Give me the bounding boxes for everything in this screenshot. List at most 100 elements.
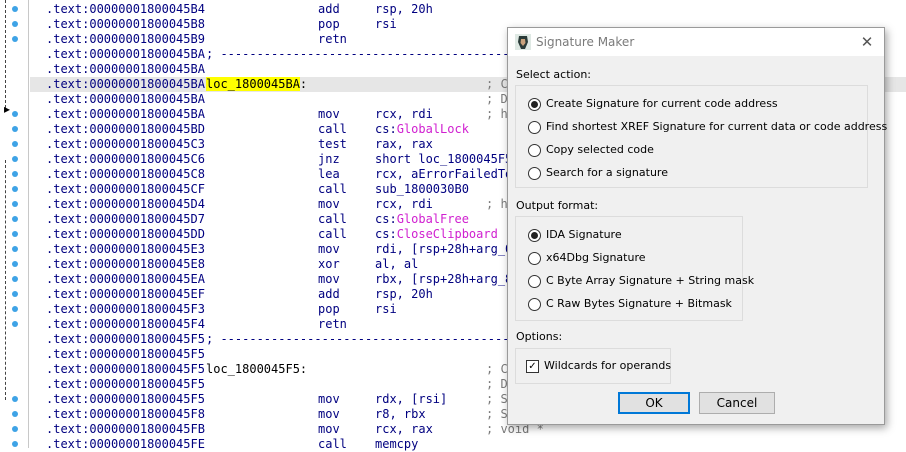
- row-label[interactable]: loc_1800045BA:: [206, 77, 307, 92]
- row-operands[interactable]: r8, rbx: [375, 407, 426, 422]
- row-operands[interactable]: rax, rax: [375, 137, 433, 152]
- row-operands[interactable]: memcpy: [375, 437, 418, 452]
- radio-button[interactable]: [528, 98, 541, 111]
- row-operands[interactable]: rsp, 20h: [375, 287, 433, 302]
- listing-gutter: ▸: [0, 0, 30, 448]
- row-mnemonic: test: [318, 137, 347, 151]
- row-operands[interactable]: sub_1800030B0: [375, 182, 469, 197]
- listing-row[interactable]: .text:00000001800045FE call memcpy: [30, 437, 906, 452]
- wildcards-label: Wildcards for operands: [544, 359, 672, 372]
- dialog-titlebar[interactable]: Signature Maker ✕: [508, 28, 884, 56]
- breakpoint-dot[interactable]: [12, 396, 18, 402]
- row-operands[interactable]: cs:CloseClipboard: [375, 227, 498, 242]
- breakpoint-dot[interactable]: [12, 6, 18, 12]
- breakpoint-dot[interactable]: [12, 216, 18, 222]
- row-comment: ; C: [486, 362, 508, 376]
- radio-button[interactable]: [528, 252, 541, 265]
- row-address: .text:00000001800045CF: [46, 182, 205, 196]
- row-address: .text:00000001800045F4: [46, 317, 205, 331]
- row-address: .text:00000001800045F5: [46, 392, 205, 406]
- row-address: .text:00000001800045EF: [46, 287, 205, 301]
- breakpoint-dot[interactable]: [12, 411, 18, 417]
- radio-button[interactable]: [528, 121, 541, 134]
- cancel-button[interactable]: Cancel: [699, 392, 775, 414]
- breakpoint-dot[interactable]: [12, 231, 18, 237]
- dialog-title: Signature Maker: [536, 35, 635, 49]
- row-comment: ; S: [486, 392, 508, 406]
- breakpoint-dot[interactable]: [12, 246, 18, 252]
- breakpoint-dot[interactable]: [12, 141, 18, 147]
- breakpoint-dot[interactable]: [12, 126, 18, 132]
- row-operands[interactable]: rcx, rdi: [375, 107, 433, 122]
- select-action-option-label: Copy selected code: [546, 143, 654, 156]
- row-operands[interactable]: rsi: [375, 17, 397, 32]
- row-operands[interactable]: rsp, 20h: [375, 2, 433, 17]
- breakpoint-dot[interactable]: [12, 156, 18, 162]
- row-operands[interactable]: cs:GlobalFree: [375, 212, 469, 227]
- checkbox-box[interactable]: ✓: [526, 360, 539, 373]
- row-operands[interactable]: rdx, [rsi]: [375, 392, 447, 407]
- row-address: .text:00000001800045E3: [46, 242, 205, 256]
- flow-arrow-line: [5, 0, 6, 108]
- row-mnemonic: mov: [318, 272, 340, 286]
- flow-arrow-line: [5, 160, 6, 400]
- listing-row[interactable]: .text:00000001800045B4 add rsp, 20h: [30, 2, 906, 17]
- row-mnemonic: call: [318, 437, 347, 451]
- close-button[interactable]: ✕: [854, 30, 880, 54]
- row-operands[interactable]: rsi: [375, 302, 397, 317]
- row-mnemonic: add: [318, 287, 340, 301]
- row-operands[interactable]: cs:GlobalLock: [375, 122, 469, 137]
- row-operands[interactable]: rcx, rdi: [375, 197, 433, 212]
- row-mnemonic: mov: [318, 407, 340, 421]
- row-operands[interactable]: rbx, [rsp+28h+arg_8: [375, 272, 512, 287]
- row-mnemonic: pop: [318, 17, 340, 31]
- radio-button[interactable]: [528, 144, 541, 157]
- breakpoint-dot[interactable]: [12, 306, 18, 312]
- row-mnemonic: mov: [318, 107, 340, 121]
- close-icon: ✕: [860, 33, 874, 51]
- row-operands[interactable]: rcx, aErrorFailedTo: [375, 167, 512, 182]
- row-comment: ; D: [486, 377, 508, 391]
- row-comment: ; S: [486, 407, 508, 421]
- breakpoint-dot[interactable]: [12, 276, 18, 282]
- row-operands[interactable]: rdi, [rsp+28h+arg_0: [375, 242, 512, 257]
- row-address: .text:00000001800045C6: [46, 152, 205, 166]
- row-operands[interactable]: short loc_1800045F5: [375, 152, 512, 167]
- row-address: .text:00000001800045B9: [46, 32, 205, 46]
- radio-button[interactable]: [528, 298, 541, 311]
- breakpoint-dot[interactable]: [12, 111, 18, 117]
- breakpoint-dot[interactable]: [12, 186, 18, 192]
- highlighted-label[interactable]: loc_1800045BA: [206, 77, 300, 91]
- breakpoint-dot[interactable]: [12, 21, 18, 27]
- radio-button[interactable]: [528, 229, 541, 242]
- breakpoint-dot[interactable]: [12, 201, 18, 207]
- row-comment: ; D: [486, 92, 508, 106]
- radio-button[interactable]: [528, 275, 541, 288]
- select-action-option-label: Search for a signature: [546, 166, 668, 179]
- row-address: .text:00000001800045BA: [46, 107, 205, 121]
- row-address: .text:00000001800045BA: [46, 77, 205, 91]
- radio-button[interactable]: [528, 167, 541, 180]
- breakpoint-dot[interactable]: [12, 441, 18, 447]
- row-mnemonic: call: [318, 182, 347, 196]
- breakpoint-dot[interactable]: [12, 261, 18, 267]
- breakpoint-dot[interactable]: [12, 171, 18, 177]
- row-label[interactable]: loc_1800045F5:: [206, 362, 307, 377]
- output-format-option-label: C Byte Array Signature + String mask: [546, 274, 755, 287]
- row-operands[interactable]: rcx, rax: [375, 422, 433, 437]
- row-operands[interactable]: al, al: [375, 257, 418, 272]
- breakpoint-dot[interactable]: [12, 291, 18, 297]
- breakpoint-dot[interactable]: [12, 36, 18, 42]
- row-address: .text:00000001800045C8: [46, 167, 205, 181]
- breakpoint-dot[interactable]: [12, 321, 18, 327]
- row-address: .text:00000001800045BD: [46, 122, 205, 136]
- row-mnemonic: call: [318, 227, 347, 241]
- breakpoint-dot[interactable]: [12, 426, 18, 432]
- row-address: .text:00000001800045F5: [46, 377, 205, 391]
- row-address: .text:00000001800045BA: [46, 92, 205, 106]
- row-mnemonic: retn: [318, 317, 347, 331]
- output-format-option-label: C Raw Bytes Signature + Bitmask: [546, 297, 732, 310]
- ok-button[interactable]: OK: [618, 392, 690, 414]
- select-action-option-label: Create Signature for current code addres…: [546, 97, 778, 110]
- row-address: .text:00000001800045F5: [46, 347, 205, 361]
